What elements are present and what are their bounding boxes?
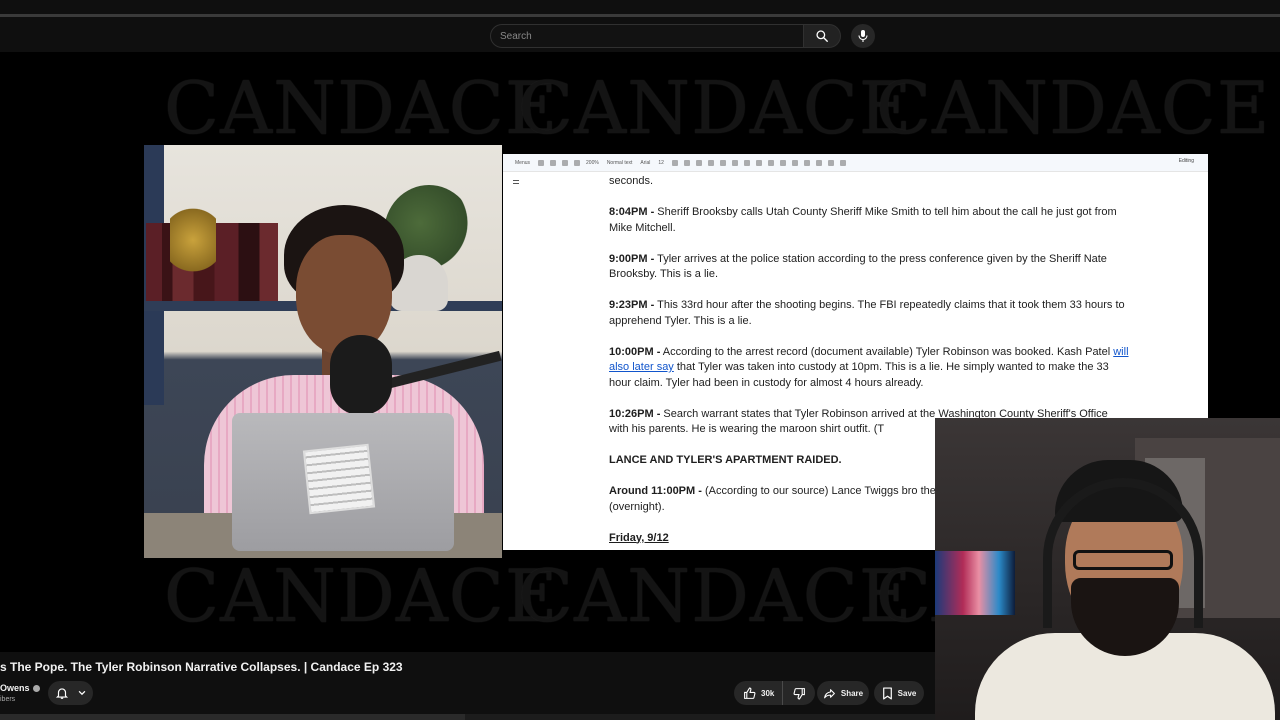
laptop-sticker (302, 443, 376, 515)
dislike-button[interactable] (783, 681, 815, 705)
link-icon[interactable] (731, 159, 738, 166)
doc-line: seconds. (609, 175, 654, 187)
watermark-text: CANDACE (518, 554, 913, 638)
doc-entry: 9:00PM - Tyler arrives at the police sta… (609, 252, 1107, 281)
bold-icon[interactable] (671, 159, 678, 166)
share-label: Share (840, 688, 864, 698)
doc-toolbar: Menus 200% Normal text Arial 12 Editing (503, 154, 1208, 172)
watermark-text: CANDACE (164, 66, 559, 150)
clear-format-icon[interactable] (839, 159, 846, 166)
text-color-icon[interactable] (707, 159, 714, 166)
style-select[interactable]: Normal text (607, 160, 633, 166)
thumbs-down-icon (793, 687, 805, 699)
doc-entry: 9:23PM - This 33rd hour after the shooti… (609, 299, 1125, 327)
print-icon[interactable] (562, 159, 569, 166)
microphone-icon (858, 30, 868, 42)
video-title: s The Pope. The Tyler Robinson Narrative… (0, 660, 403, 674)
highlight-icon[interactable] (719, 159, 726, 166)
bulleted-list-icon[interactable] (803, 159, 810, 166)
image-icon[interactable] (755, 159, 762, 166)
search-box[interactable] (490, 24, 804, 48)
chevron-down-icon (78, 690, 85, 696)
channel-name-row[interactable]: Owens (0, 683, 40, 693)
undo-icon[interactable] (538, 159, 545, 166)
like-button[interactable]: 30k (734, 681, 784, 705)
search-button[interactable] (803, 24, 841, 48)
doc-entry: 10:00PM - According to the arrest record… (609, 345, 1129, 389)
voice-search-button[interactable] (851, 24, 875, 48)
doc-menus[interactable]: Menus (515, 160, 530, 166)
subscriber-count: ibers (0, 696, 16, 703)
headset (1043, 478, 1203, 628)
share-button[interactable]: Share (817, 681, 869, 705)
top-strip (0, 0, 1280, 17)
comment-icon[interactable] (743, 159, 750, 166)
verified-icon (32, 684, 40, 692)
masthead (0, 20, 1280, 52)
host-video-frame (144, 145, 502, 558)
line-spacing-icon[interactable] (779, 159, 786, 166)
watermark-text: CANDACE (876, 66, 1271, 150)
like-dislike-group: 30k (734, 681, 815, 705)
search-input[interactable] (491, 25, 804, 47)
reactor-webcam-overlay (935, 418, 1280, 720)
indent-icon[interactable] (827, 159, 834, 166)
zoom-select[interactable]: 200% (586, 160, 599, 166)
podcast-microphone (330, 335, 392, 415)
font-size-field[interactable]: 12 (658, 160, 664, 166)
save-label: Save (897, 688, 917, 698)
search-icon (816, 30, 828, 42)
share-icon (823, 688, 835, 698)
underline-icon[interactable] (695, 159, 702, 166)
channel-name[interactable]: Owens (0, 683, 30, 693)
notifications-button[interactable] (48, 681, 93, 705)
save-button[interactable]: Save (874, 681, 924, 705)
like-count: 30k (761, 688, 775, 698)
checklist-icon[interactable] (791, 159, 798, 166)
redo-icon[interactable] (550, 159, 557, 166)
below-player-divider (0, 714, 935, 720)
paint-format-icon[interactable] (574, 159, 581, 166)
align-icon[interactable] (767, 159, 774, 166)
doc-entry: 8:04PM - Sheriff Brooksby calls Utah Cou… (609, 206, 1117, 234)
watermark-text: CANDACE (164, 554, 559, 638)
thumbs-up-icon (744, 687, 756, 699)
editing-mode[interactable]: Editing (1179, 158, 1194, 164)
bell-icon (55, 688, 68, 699)
watermark-text: CANDACE (518, 66, 913, 150)
bookmark-icon (882, 686, 892, 700)
numbered-list-icon[interactable] (815, 159, 822, 166)
background-tv (935, 551, 1015, 615)
outline-icon[interactable] (513, 180, 519, 184)
italic-icon[interactable] (683, 159, 690, 166)
font-select[interactable]: Arial (640, 160, 650, 166)
